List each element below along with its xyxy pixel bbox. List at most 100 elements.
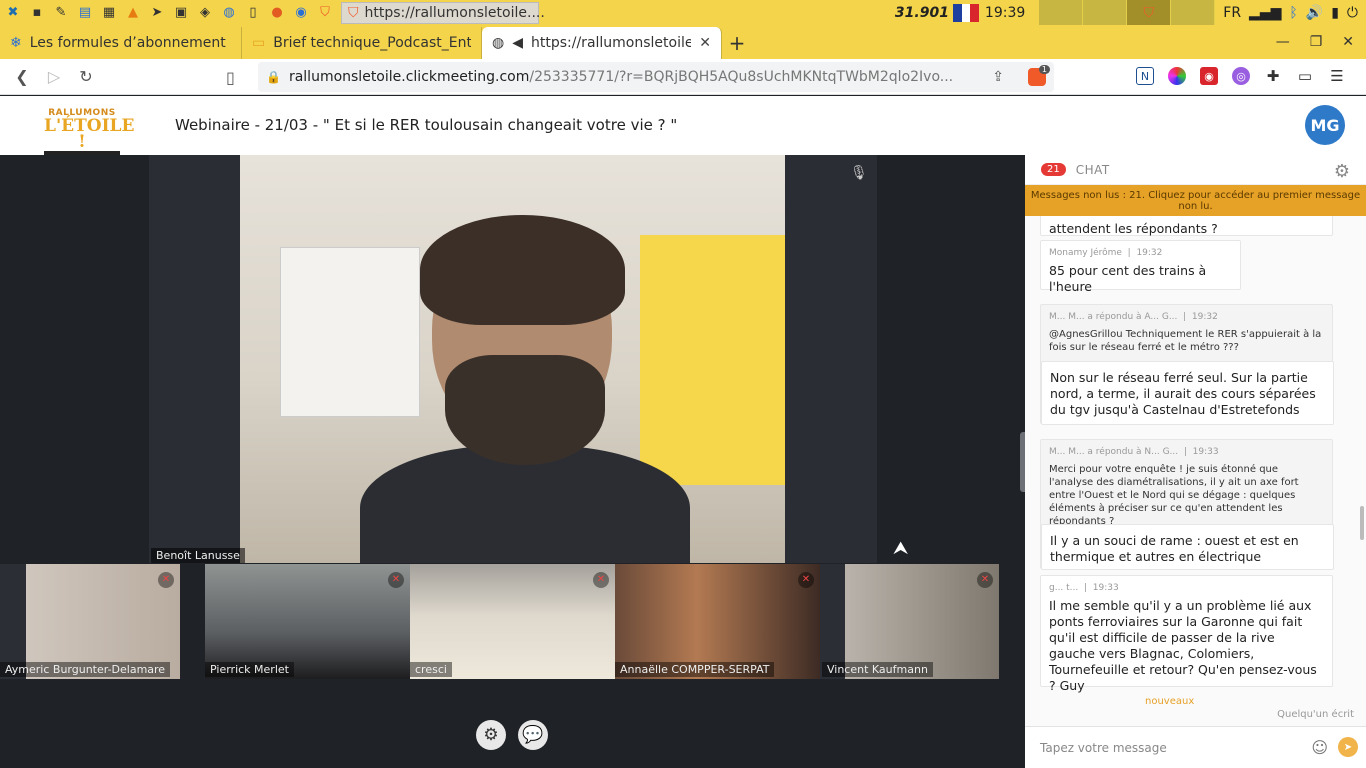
red-extension-icon[interactable]: ◉ [1200, 67, 1218, 85]
french-flag-icon [952, 3, 979, 22]
address-bar[interactable]: 🔒 rallumonsletoile.clickmeeting.com /253… [258, 62, 1054, 92]
unread-messages-banner[interactable]: Messages non lus : 21. Cliquez pour accé… [1025, 185, 1366, 216]
color-extension-icon[interactable] [1168, 67, 1186, 85]
purple-extension-icon[interactable]: ◎ [1232, 67, 1250, 85]
participant-name: Vincent Kaufmann [822, 662, 933, 677]
workspace-3[interactable]: ⛉ [1127, 0, 1172, 25]
chat-toggle-icon[interactable]: 💬 [518, 720, 548, 750]
brave-app-icon[interactable]: ⛉ [315, 3, 335, 23]
firefox-icon[interactable]: ● [267, 3, 287, 23]
emoji-icon[interactable]: ☺ [1311, 738, 1328, 757]
close-tab-icon[interactable]: ✕ [699, 35, 711, 51]
volume-icon[interactable]: 🔊 [1306, 5, 1323, 21]
keyboard-layout[interactable]: FR [1223, 5, 1241, 21]
globe-icon[interactable]: ◍ [219, 3, 239, 23]
battery-icon[interactable]: ▮ [1331, 5, 1339, 21]
new-tab-button[interactable]: + [722, 27, 752, 59]
media-icon[interactable]: ➤ [147, 3, 167, 23]
chat-message: M... M... a répondu à A... G... | 19:32 … [1040, 304, 1334, 425]
cpu-counter: 31.901 [894, 4, 949, 21]
tab-chat[interactable]: CHAT [1076, 163, 1110, 177]
clock[interactable]: 19:39 [985, 5, 1025, 21]
close-window-icon[interactable]: ✕ [1342, 34, 1354, 50]
bookmark-icon[interactable]: ▯ [226, 68, 235, 87]
message-author: M... M... a répondu à A... G... [1049, 312, 1178, 322]
document-icon[interactable]: ▤ [75, 3, 95, 23]
muted-mic-icon: ✕ [593, 572, 609, 588]
participant-tile[interactable]: ✕ Vincent Kaufmann [820, 564, 999, 679]
message-author: M... M... a répondu à N... G... [1049, 447, 1179, 457]
microphone-icon[interactable]: 🎙 [850, 165, 868, 181]
muted-mic-icon: ✕ [388, 572, 404, 588]
launcher-icons: ✖ ▪ ✎ ▤ ▦ ▲ ➤ ▣ ◈ ◍ ▯ ● ◉ ⛉ [0, 3, 335, 23]
tab-abonnement[interactable]: ❄ Les formules d’abonnement | M [0, 27, 242, 59]
puzzle-icon[interactable]: ✚ [1264, 67, 1282, 85]
video-stage: 🎙 Benoît Lanusse ✕ Aymeric Burgunter-Del… [0, 155, 1025, 768]
chat-app-icon[interactable]: ◉ [291, 3, 311, 23]
system-tray: 31.901 19:39 ⛉ FR ▂▄▆ ᛒ 🔊 ▮ ⏻ [895, 0, 1366, 25]
wall-poster-left [280, 247, 420, 417]
message-meta: Monamy Jérôme | 19:32 [1049, 248, 1163, 258]
power-icon[interactable]: ⏻ [1347, 5, 1358, 21]
main-speaker-video[interactable] [240, 155, 785, 563]
webinar-title: Webinaire - 21/03 - " Et si le RER toulo… [175, 116, 678, 134]
video-editor-icon[interactable]: ▣ [171, 3, 191, 23]
workspace-1[interactable] [1039, 0, 1084, 25]
xfce-menu-icon[interactable]: ✖ [3, 3, 23, 23]
forward-icon[interactable]: ▷ [38, 67, 70, 86]
snowflake-icon: ❄ [10, 35, 22, 51]
chat-message: Monamy Jérôme | 19:32 85 pour cent des t… [1040, 240, 1241, 294]
minimize-icon[interactable]: — [1276, 34, 1290, 50]
settings-gear-icon[interactable]: ⚙ [476, 720, 506, 750]
workspace-4[interactable] [1171, 0, 1216, 25]
taskbar-window-button[interactable]: ⛉ https://rallumonsletoile.... [341, 1, 545, 24]
game-icon[interactable]: ◈ [195, 3, 215, 23]
chat-header: 21 CHAT [1025, 155, 1366, 185]
back-icon[interactable]: ❮ [6, 67, 38, 86]
wallet-icon[interactable]: ▭ [1296, 67, 1314, 85]
chat-messages[interactable]: attendent les répondants ? Monamy Jérôme… [1025, 216, 1366, 726]
participant-tile[interactable]: ✕ Annaëlle COMPPER-SERPAT [615, 564, 820, 679]
bluetooth-icon[interactable]: ᛒ [1289, 5, 1297, 21]
message-time: 19:33 [1192, 447, 1219, 457]
avatar[interactable]: MG [1305, 105, 1345, 145]
participant-tile[interactable]: ✕ cresci [410, 564, 615, 679]
send-icon[interactable]: ➤ [1338, 737, 1358, 757]
tab-brief-technique[interactable]: ▭ Brief technique_Podcast_Entrai [242, 27, 482, 59]
vlc-icon[interactable]: ▲ [123, 3, 143, 23]
tab-webinar[interactable]: ◍ ◀ https://rallumonsletoile.cl ✕ [482, 27, 722, 59]
calculator-icon[interactable]: ▦ [99, 3, 119, 23]
tab-title: Les formules d’abonnement | M [29, 35, 231, 51]
restore-icon[interactable]: ❐ [1310, 34, 1323, 50]
menu-icon[interactable]: ☰ [1328, 67, 1346, 85]
wall-poster-right [640, 235, 785, 485]
participant-name: Aymeric Burgunter-Delamare [0, 662, 171, 677]
share-icon[interactable]: ⇪ [992, 69, 1004, 85]
audio-playing-icon[interactable]: ◀ [512, 35, 523, 51]
brave-workspace-icon: ⛉ [1143, 4, 1155, 21]
tab-title: https://rallumonsletoile.cl [531, 35, 692, 51]
lock-icon[interactable]: 🔒 [266, 70, 281, 84]
chat-scrollbar[interactable] [1360, 506, 1364, 540]
text-editor-icon[interactable]: ✎ [51, 3, 71, 23]
phone-icon[interactable]: ▯ [243, 3, 263, 23]
signal-icon[interactable]: ▂▄▆ [1249, 5, 1281, 21]
workspace-2[interactable] [1083, 0, 1128, 25]
chat-message: M... M... a répondu à N... G... | 19:33 … [1040, 439, 1334, 570]
chat-settings-icon[interactable]: ⚙ [1334, 161, 1350, 182]
n-extension-icon[interactable]: N [1136, 67, 1154, 85]
terminal-icon[interactable]: ▪ [27, 3, 47, 23]
logo-text-main: L'ÉTOILE ! [44, 116, 135, 152]
window-controls: — ❐ ✕ [1276, 25, 1366, 59]
meeting-controls: ⚙ 💬 [476, 720, 548, 750]
slides-icon: ▭ [252, 35, 266, 51]
message-time: 19:32 [1191, 312, 1218, 322]
reload-icon[interactable]: ↻ [70, 67, 102, 86]
webinar-header: RALLUMONS L'ÉTOILE ! Webinaire - 21/03 -… [0, 96, 1366, 156]
chat-input-placeholder: Tapez votre message [1040, 740, 1167, 755]
participant-tile[interactable]: ✕ Pierrick Merlet [205, 564, 410, 679]
participant-tile[interactable]: ✕ Aymeric Burgunter-Delamare [0, 564, 180, 679]
message-meta: g... t... | 19:33 [1049, 583, 1119, 593]
muted-mic-icon: ✕ [977, 572, 993, 588]
reply-body: Il y a un souci de rame : ouest et est e… [1041, 524, 1334, 570]
